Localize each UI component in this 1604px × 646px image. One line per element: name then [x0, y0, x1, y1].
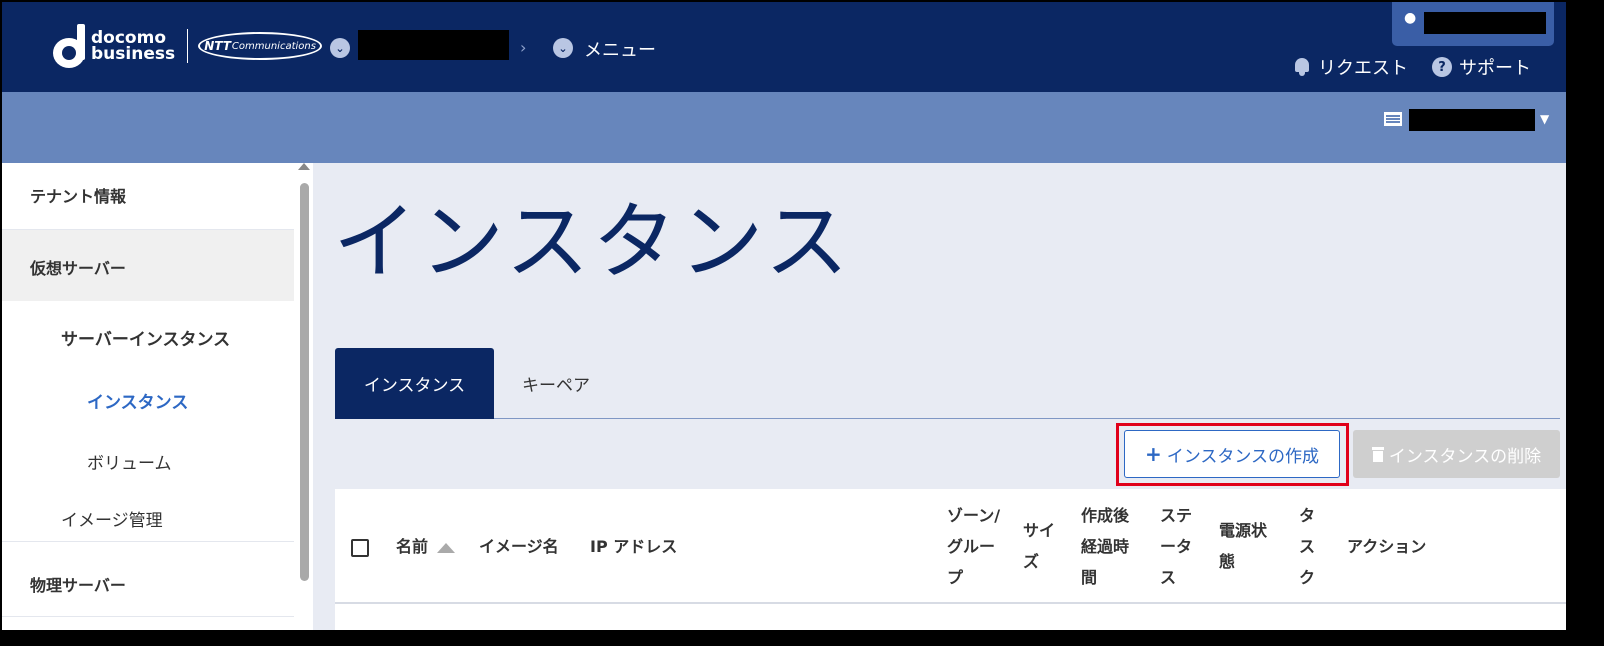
project-selector[interactable] [1409, 109, 1535, 131]
page-title: インスタンス [333, 193, 852, 291]
sidebar-item-physical-server[interactable]: 物理サーバー [2, 547, 294, 617]
tab-keypairs[interactable]: キーペア [494, 348, 618, 419]
select-all-checkbox[interactable] [351, 539, 369, 557]
sidebar-item-virtual-server[interactable]: 仮想サーバー [2, 229, 294, 301]
logo-divider [187, 29, 189, 63]
create-instance-label: インスタンスの作成 [1166, 446, 1320, 467]
sidebar-item-tenant[interactable]: テナント情報 [2, 163, 294, 229]
column-header-size[interactable]: サイズ [1023, 515, 1059, 577]
column-header-action[interactable]: アクション [1347, 531, 1426, 562]
user-icon: ● [1404, 10, 1417, 26]
column-header-name[interactable]: 名前 [396, 531, 456, 562]
support-label: サポート [1459, 58, 1531, 79]
sidebar-item-label: サーバーインスタンス [61, 330, 231, 350]
top-header: docomo business NTT Communications ⌄ › ⌄… [2, 2, 1566, 92]
sidebar-item-image-management[interactable]: イメージ管理 [2, 490, 294, 542]
caret-down-icon[interactable]: ▼ [1540, 112, 1549, 126]
redacted-tenant-name[interactable] [358, 30, 509, 60]
ntt-communications-logo: NTT Communications [198, 32, 323, 60]
sidebar-item-label: 物理サーバー [30, 576, 126, 595]
support-link[interactable]: ? サポート [1432, 54, 1531, 80]
question-circle-icon: ? [1432, 57, 1452, 77]
request-label: リクエスト [1318, 58, 1408, 79]
create-instance-button[interactable]: + インスタンスの作成 [1124, 430, 1340, 478]
scroll-up-arrow-icon[interactable] [298, 163, 310, 170]
chevron-circle-down-icon[interactable]: ⌄ [330, 38, 350, 58]
tab-instances[interactable]: インスタンス [335, 348, 494, 419]
delete-instance-label: インスタンスの削除 [1388, 446, 1542, 467]
app-frame: docomo business NTT Communications ⌄ › ⌄… [2, 2, 1566, 630]
docomo-business-logo[interactable]: docomo business NTT Communications [53, 24, 323, 68]
sidebar-item-instance[interactable]: インスタンス [2, 371, 294, 427]
request-link[interactable]: リクエスト [1293, 54, 1408, 80]
bell-icon [1293, 57, 1311, 77]
column-header-zone-group[interactable]: ゾーン/グループ [947, 500, 1007, 593]
project-bar [2, 92, 1566, 163]
list-icon [1384, 112, 1402, 126]
table-header: 名前 イメージ名 IP アドレス ゾーン/グループ サイズ 作成後経過時間 ステ… [335, 489, 1566, 604]
tab-bar: インスタンス キーペア [335, 348, 1560, 419]
sidebar-item-volume[interactable]: ボリューム [2, 433, 294, 485]
docomo-d-logo-icon [53, 24, 85, 68]
instances-table: 名前 イメージ名 IP アドレス ゾーン/グループ サイズ 作成後経過時間 ステ… [335, 489, 1566, 630]
trash-icon [1371, 446, 1384, 462]
sidebar-item-label: 仮想サーバー [30, 259, 126, 278]
delete-instance-button[interactable]: インスタンスの削除 [1353, 430, 1560, 478]
plus-icon: + [1144, 442, 1162, 466]
sidebar-item-label: ボリューム [87, 454, 172, 474]
ntt-partner-text: Communications [231, 40, 316, 52]
column-header-label: 名前 [396, 537, 429, 556]
breadcrumb-menu[interactable]: メニュー [584, 36, 656, 62]
sidebar-item-label: インスタンス [87, 393, 189, 413]
user-menu[interactable]: ● [1392, 2, 1554, 46]
chevron-circle-down-icon[interactable]: ⌄ [553, 38, 573, 58]
logo-text: docomo business [91, 30, 176, 64]
column-header-power-state[interactable]: 電源状態 [1219, 515, 1275, 577]
sidebar-item-label: イメージ管理 [61, 511, 163, 531]
scrollbar-thumb[interactable] [300, 183, 309, 581]
column-header-image-name[interactable]: イメージ名 [479, 531, 559, 562]
column-header-ip-address[interactable]: IP アドレス [590, 531, 677, 562]
ntt-mark: NTT [204, 39, 231, 53]
sidebar-item-label: テナント情報 [30, 187, 127, 206]
sidebar-item-server-instance[interactable]: サーバーインスタンス [2, 301, 294, 367]
sort-ascending-icon [437, 542, 456, 553]
logo-line2: business [91, 44, 176, 64]
column-header-status[interactable]: ステータス [1160, 500, 1198, 593]
redacted-user-name [1424, 12, 1546, 34]
sidebar-scrollbar[interactable] [296, 163, 313, 630]
breadcrumb-separator-icon: › [520, 38, 527, 57]
sidebar: テナント情報 仮想サーバー サーバーインスタンス インスタンス ボリューム イメ… [2, 163, 313, 630]
column-header-elapsed-time[interactable]: 作成後経過時間 [1081, 500, 1135, 593]
column-header-task[interactable]: タスク [1299, 500, 1318, 593]
